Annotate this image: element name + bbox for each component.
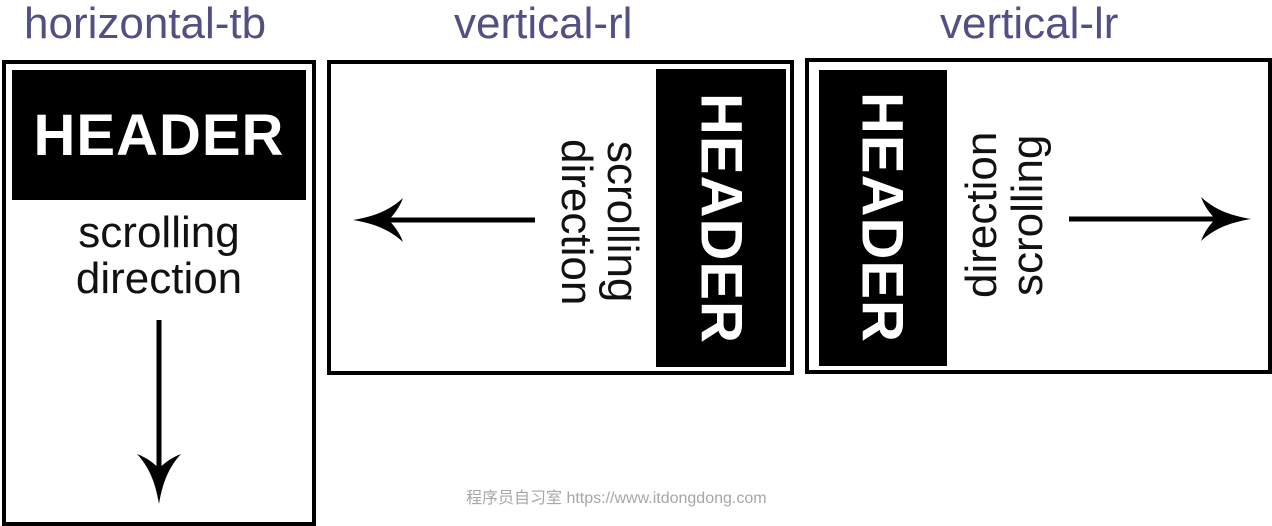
header-block: HEADER — [817, 68, 947, 366]
watermark: 程序员自习室 https://www.itdongdong.com — [466, 490, 767, 507]
scroll-line-1: scrolling — [78, 208, 240, 257]
arrow-down-icon — [137, 320, 181, 504]
scrolling-direction-text: scrolling direction — [552, 124, 647, 320]
scrolling-direction-text: scrolling direction — [6, 210, 312, 302]
title-vertical-rl: vertical-rl — [454, 0, 633, 48]
scroll-line-2: direction — [75, 254, 243, 303]
scroll-line-2: direction — [552, 138, 601, 306]
title-vertical-lr: vertical-lr — [940, 0, 1119, 48]
title-horizontal-tb: horizontal-tb — [24, 0, 267, 48]
panel-horizontal-tb: HEADER scrolling direction — [2, 60, 316, 526]
scrolling-direction-text: direction scrolling — [957, 122, 1059, 308]
header-label: HEADER — [849, 91, 915, 343]
panel-vertical-rl: HEADER scrolling direction — [327, 60, 794, 375]
scroll-line-1: scrolling — [598, 141, 647, 303]
header-block: HEADER — [656, 69, 786, 367]
arrow-right-icon — [1069, 197, 1251, 241]
header-block: HEADER — [12, 70, 306, 200]
scroll-line-2: direction — [957, 131, 1006, 299]
arrow-left-icon — [353, 198, 535, 242]
header-label: HEADER — [33, 102, 285, 168]
panel-vertical-lr: HEADER direction scrolling — [805, 58, 1272, 374]
scroll-line-1: scrolling — [1003, 134, 1052, 296]
header-label: HEADER — [688, 92, 754, 344]
